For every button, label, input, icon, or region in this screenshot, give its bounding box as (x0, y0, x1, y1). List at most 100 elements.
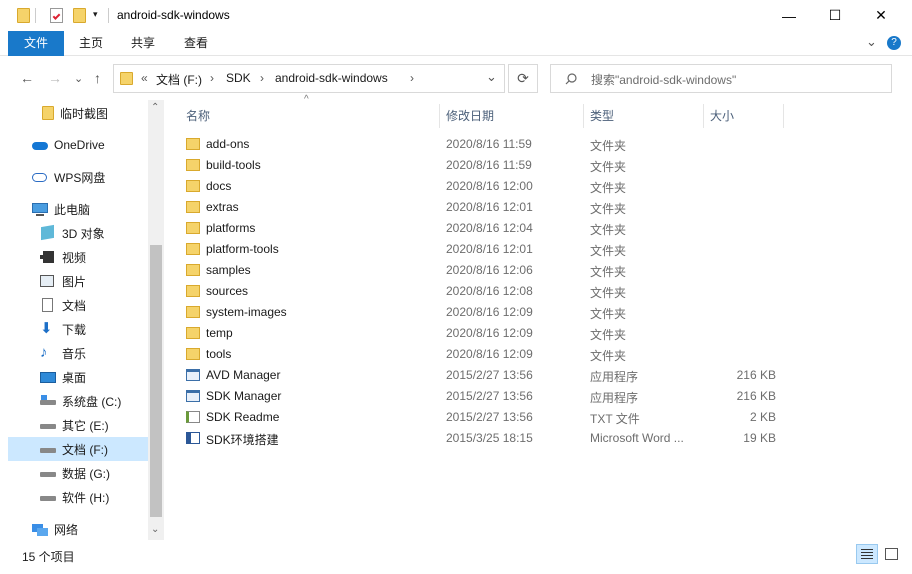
column-header-size[interactable]: 大小 (704, 104, 784, 128)
sidebar-item-wps[interactable]: WPS网盘 (8, 165, 148, 189)
sidebar-item-drive-c[interactable]: 系统盘 (C:) (8, 389, 148, 413)
folder-icon (186, 306, 200, 318)
sidebar-item-3d-objects[interactable]: 3D 对象 (8, 221, 148, 245)
ribbon-tabs: 文件 主页 共享 查看 ⌄ ? (0, 31, 912, 56)
sidebar-item-temp-screenshots[interactable]: 临时截图 (8, 101, 148, 125)
file-row[interactable]: platforms 2020/8/16 12:04 文件夹 (180, 218, 780, 239)
file-type: 文件夹 (590, 328, 627, 342)
up-button[interactable]: ↑ (94, 70, 101, 86)
search-icon (565, 73, 577, 85)
sidebar-item-drive-e[interactable]: 其它 (E:) (8, 413, 148, 437)
file-row[interactable]: SDK Readme 2015/2/27 13:56 TXT 文件 2 KB (180, 407, 780, 428)
sidebar-scrollbar[interactable]: ⌃ ⌄ (148, 100, 164, 540)
file-row[interactable]: extras 2020/8/16 12:01 文件夹 (180, 197, 780, 218)
file-row[interactable]: add-ons 2020/8/16 11:59 文件夹 (180, 134, 780, 155)
sidebar-item-onedrive[interactable]: OneDrive (8, 133, 148, 157)
file-row[interactable]: build-tools 2020/8/16 11:59 文件夹 (180, 155, 780, 176)
file-name: build-tools (206, 158, 261, 172)
sidebar-item-drive-g[interactable]: 数据 (G:) (8, 461, 148, 485)
sidebar-item-network[interactable]: 网络 (8, 517, 148, 541)
breadcrumb-separator[interactable]: › (210, 71, 214, 85)
properties-icon[interactable] (50, 8, 63, 23)
sidebar-item-label: WPS网盘 (54, 170, 106, 185)
sidebar-item-music[interactable]: ♪ 音乐 (8, 341, 148, 365)
close-button[interactable]: ✕ (858, 0, 904, 31)
breadcrumb-separator[interactable]: › (410, 71, 414, 85)
sidebar-item-label: 桌面 (62, 370, 87, 385)
sidebar-item-drive-f[interactable]: 文档 (F:) (8, 437, 148, 461)
music-icon: ♪ (40, 344, 48, 361)
sidebar-item-downloads[interactable]: ⬇ 下载 (8, 317, 148, 341)
file-date: 2015/2/27 13:56 (446, 410, 533, 424)
folder-icon (186, 348, 200, 360)
help-icon[interactable]: ? (887, 36, 901, 50)
scroll-down-icon[interactable]: ⌄ (151, 524, 159, 535)
sidebar-item-pictures[interactable]: 图片 (8, 269, 148, 293)
sidebar-item-label: 软件 (H:) (62, 490, 110, 505)
column-header-date[interactable]: 修改日期 (440, 104, 584, 128)
column-header-type[interactable]: 类型 (584, 104, 704, 128)
tab-view[interactable]: 查看 (175, 31, 217, 56)
back-button[interactable]: ← (20, 70, 34, 86)
sidebar-item-documents[interactable]: 文档 (8, 293, 148, 317)
file-date: 2015/3/25 18:15 (446, 431, 533, 445)
file-row[interactable]: sources 2020/8/16 12:08 文件夹 (180, 281, 780, 302)
folder-icon (186, 222, 200, 234)
file-row[interactable]: tools 2020/8/16 12:09 文件夹 (180, 344, 780, 365)
3d-objects-icon (40, 224, 56, 241)
sidebar-item-videos[interactable]: 视频 (8, 245, 148, 269)
details-view-button[interactable] (856, 544, 878, 564)
file-row[interactable]: samples 2020/8/16 12:06 文件夹 (180, 260, 780, 281)
large-icons-view-button[interactable] (880, 544, 902, 564)
file-date: 2020/8/16 12:09 (446, 326, 533, 340)
tab-home[interactable]: 主页 (70, 31, 112, 56)
word-document-icon (186, 432, 200, 444)
breadcrumb-android-sdk-windows[interactable]: android-sdk-windows (275, 71, 388, 85)
address-bar[interactable]: « 文档 (F:) › SDK › android-sdk-windows › … (113, 64, 505, 93)
file-row[interactable]: docs 2020/8/16 12:00 文件夹 (180, 176, 780, 197)
column-header-name[interactable]: 名称 (180, 104, 440, 128)
breadcrumb-drive-f[interactable]: 文档 (F:) (156, 71, 202, 88)
search-placeholder: 搜索"android-sdk-windows" (591, 73, 737, 87)
breadcrumb-separator[interactable]: › (260, 71, 264, 85)
expand-ribbon-icon[interactable]: ⌄ (866, 34, 877, 50)
file-name: docs (206, 179, 232, 193)
new-folder-icon[interactable] (73, 8, 86, 23)
scroll-up-icon[interactable]: ⌃ (151, 102, 159, 113)
file-name: extras (206, 200, 239, 214)
search-input[interactable]: 搜索"android-sdk-windows" (550, 64, 892, 93)
file-row[interactable]: AVD Manager 2015/2/27 13:56 应用程序 216 KB (180, 365, 780, 386)
customize-quick-access-icon[interactable]: ▾ (93, 9, 98, 20)
file-row[interactable]: SDK Manager 2015/2/27 13:56 应用程序 216 KB (180, 386, 780, 407)
navigation-bar: ← → ⌄ ↑ « 文档 (F:) › SDK › android-sdk-wi… (0, 56, 912, 100)
file-type: 文件夹 (590, 223, 627, 237)
scrollbar-thumb[interactable] (150, 245, 162, 517)
refresh-button[interactable]: ⟳ (508, 64, 538, 93)
file-row[interactable]: temp 2020/8/16 12:09 文件夹 (180, 323, 780, 344)
sidebar-item-label: OneDrive (54, 138, 105, 152)
navigation-pane: 临时截图 OneDrive WPS网盘 此电脑 3D 对象 视频 图片 文档 ⬇… (8, 100, 148, 540)
wps-cloud-icon (32, 170, 48, 184)
file-row[interactable]: SDK环境搭建 2015/3/25 18:15 Microsoft Word ...… (180, 428, 780, 449)
tab-file[interactable]: 文件 (8, 31, 64, 56)
sidebar-item-drive-h[interactable]: 软件 (H:) (8, 485, 148, 509)
sidebar-item-label: 下载 (62, 322, 87, 337)
file-row[interactable]: system-images 2020/8/16 12:09 文件夹 (180, 302, 780, 323)
minimize-button[interactable]: — (766, 0, 812, 31)
file-date: 2015/2/27 13:56 (446, 389, 533, 403)
file-row[interactable]: platform-tools 2020/8/16 12:01 文件夹 (180, 239, 780, 260)
maximize-button[interactable]: ☐ (812, 0, 858, 31)
file-type: 文件夹 (590, 349, 627, 363)
file-date: 2020/8/16 12:08 (446, 284, 533, 298)
recent-locations-button[interactable]: ⌄ (74, 72, 83, 85)
forward-button[interactable]: → (48, 70, 62, 86)
file-date: 2020/8/16 12:01 (446, 242, 533, 256)
file-size: 2 KB (749, 410, 776, 424)
address-dropdown-icon[interactable]: ⌄ (486, 69, 497, 85)
breadcrumb-overflow[interactable]: « (141, 71, 148, 85)
sidebar-item-desktop[interactable]: 桌面 (8, 365, 148, 389)
file-size: 19 KB (743, 431, 776, 445)
breadcrumb-sdk[interactable]: SDK (226, 71, 251, 85)
sidebar-item-this-pc[interactable]: 此电脑 (8, 197, 148, 221)
tab-share[interactable]: 共享 (122, 31, 164, 56)
